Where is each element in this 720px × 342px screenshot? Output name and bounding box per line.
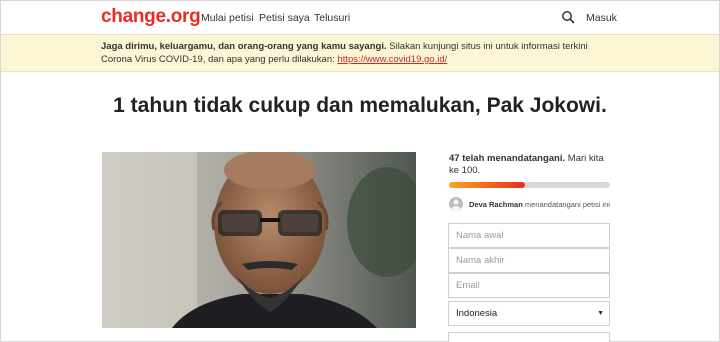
email-field[interactable] bbox=[448, 273, 610, 298]
country-select-value: Indonesia bbox=[456, 308, 498, 319]
signature-count-value: 47 telah menandatangani. bbox=[449, 153, 566, 164]
recent-signer: Deva Rachman menandatangani petisi ini bbox=[469, 200, 619, 209]
signature-progress-fill bbox=[449, 182, 525, 188]
last-name-field[interactable] bbox=[448, 248, 610, 273]
banner-text: Jaga dirimu, keluargamu, dan orang-orang… bbox=[101, 40, 621, 66]
user-avatar-icon bbox=[451, 199, 461, 211]
chevron-down-icon: ▼ bbox=[597, 310, 604, 317]
change-org-logo[interactable]: change.org bbox=[101, 6, 201, 28]
petition-photo-image bbox=[102, 152, 416, 328]
top-navbar: change.org Mulai petisi Petisi saya Telu… bbox=[1, 1, 719, 34]
avatar bbox=[449, 197, 463, 211]
search-icon[interactable] bbox=[561, 10, 575, 24]
banner-bold-text: Jaga dirimu, keluargamu, dan orang-orang… bbox=[101, 41, 387, 52]
recent-signer-name: Deva Rachman bbox=[469, 200, 523, 209]
signature-progress-bar bbox=[449, 182, 610, 188]
first-name-field[interactable] bbox=[448, 223, 610, 248]
signature-count: 47 telah menandatangani. Mari kita ke 10… bbox=[449, 153, 614, 177]
next-form-field[interactable] bbox=[448, 332, 610, 342]
login-link[interactable]: Masuk bbox=[586, 12, 617, 24]
covid-link[interactable]: https://www.covid19.go.id/ bbox=[337, 54, 447, 65]
nav-start-petition[interactable]: Mulai petisi bbox=[201, 12, 254, 24]
nav-browse[interactable]: Telusuri bbox=[314, 12, 350, 24]
country-select[interactable]: Indonesia ▼ bbox=[448, 301, 610, 326]
petition-title: 1 tahun tidak cukup dan memalukan, Pak J… bbox=[113, 94, 607, 117]
nav-my-petitions[interactable]: Petisi saya bbox=[259, 12, 310, 24]
petition-photo bbox=[102, 152, 416, 328]
recent-signer-action: menandatangani petisi ini bbox=[522, 200, 610, 209]
covid-banner: Jaga dirimu, keluargamu, dan orang-orang… bbox=[1, 34, 719, 72]
